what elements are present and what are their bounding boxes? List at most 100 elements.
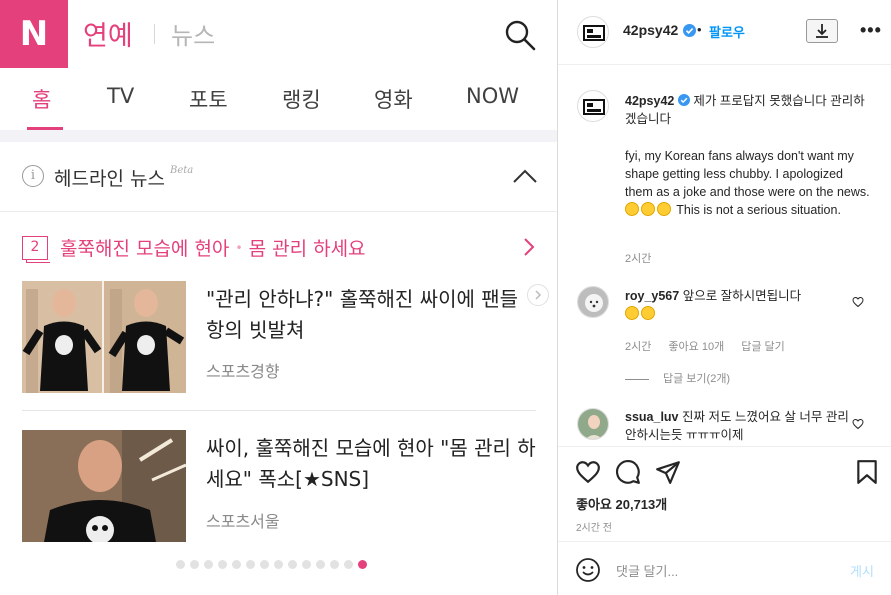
download-icon xyxy=(816,24,828,38)
carousel-next-button[interactable] xyxy=(527,284,549,306)
category-tabs: 홈 TV 포토 랭킹 영화 NOW xyxy=(0,68,557,130)
comment-body: 앞으로 잘하시면됩니다 xyxy=(682,289,802,303)
comments-section: 42psy42 제가 프로답지 못했습니다 관리하겠습니다 fyi, my Ko… xyxy=(558,66,891,446)
naver-panel: N 연예 뉴스 홈 TV 포토 랭킹 영화 NOW i 헤드라인 뉴스 Beta xyxy=(0,0,557,595)
like-heart-icon[interactable] xyxy=(575,459,601,485)
avatar[interactable] xyxy=(577,90,609,122)
like-comment-heart-icon[interactable] xyxy=(852,296,864,308)
avatar[interactable] xyxy=(577,16,609,48)
naver-logo[interactable]: N xyxy=(0,0,68,68)
instagram-panel: 42psy42 • 팔로우 ••• 42psy42 제가 프로답지 못했습니다 … xyxy=(557,0,891,595)
tab-movie[interactable]: 영화 xyxy=(374,84,413,114)
header-separator xyxy=(154,24,155,44)
pagination-dot[interactable] xyxy=(246,560,255,569)
pagination-dot[interactable] xyxy=(274,560,283,569)
news-thumbnail[interactable] xyxy=(22,430,186,542)
dog-avatar-image xyxy=(578,287,608,317)
pagination-dot[interactable] xyxy=(232,560,241,569)
post-actions: 좋아요 20,713개 2시간 전 xyxy=(558,446,891,540)
user-avatar-image xyxy=(578,409,608,439)
view-replies-label: 답글 보기(2개) xyxy=(663,373,731,385)
laughing-emoji-icon xyxy=(657,202,671,216)
post-header: 42psy42 • 팔로우 ••• xyxy=(558,0,891,65)
emoji-icon[interactable] xyxy=(575,557,601,583)
info-icon[interactable]: i xyxy=(22,165,44,187)
tab-now[interactable]: NOW xyxy=(466,84,519,108)
topic-header[interactable]: 2 훌쭉해진 모습에 현아 • 몸 관리 하세요 xyxy=(22,232,542,263)
like-count[interactable]: 좋아요 20,713개 xyxy=(576,494,667,513)
topic-number-badge: 2 xyxy=(22,236,50,263)
pagination-dot[interactable] xyxy=(260,560,269,569)
topic-title: 훌쭉해진 모습에 현아 • 몸 관리 하세요 xyxy=(60,234,366,261)
tab-ranking[interactable]: 랭킹 xyxy=(282,84,321,114)
comment-username[interactable]: ssua_luv xyxy=(625,410,679,424)
caption-text-en: fyi, my Korean fans always don't want my… xyxy=(625,149,870,199)
post-caption: 42psy42 제가 프로답지 못했습니다 관리하겠습니다 xyxy=(625,92,870,128)
verified-icon xyxy=(677,94,690,106)
verified-icon xyxy=(683,24,696,37)
chevron-right-icon[interactable] xyxy=(522,236,536,258)
share-icon[interactable] xyxy=(655,459,681,485)
replies-line xyxy=(625,378,649,380)
pagination-dot[interactable] xyxy=(288,560,297,569)
section-gap xyxy=(0,130,557,142)
naver-header: N 연예 뉴스 xyxy=(0,0,557,68)
laughing-emoji-icon xyxy=(641,306,655,320)
news-source[interactable]: 스포츠서울 xyxy=(206,508,280,532)
comment-time[interactable]: 2시간 xyxy=(625,341,651,353)
news-title[interactable]: 싸이, 훌쭉해진 모습에 현아 "몸 관리 하세요" 폭소[★SNS] xyxy=(206,433,536,495)
download-button[interactable] xyxy=(806,19,838,43)
news-thumbnail[interactable] xyxy=(22,281,186,393)
more-options-icon[interactable]: ••• xyxy=(860,20,882,41)
subsection-title[interactable]: 뉴스 xyxy=(171,16,215,51)
chevron-up-icon[interactable] xyxy=(512,168,538,184)
follow-separator: • xyxy=(697,22,702,37)
pagination-dot[interactable] xyxy=(330,560,339,569)
news-item[interactable]: "관리 안하냐?" 홀쭉해진 싸이에 팬들 항의 빗발쳐 스포츠경향 xyxy=(22,281,542,393)
laughing-emoji-icon xyxy=(625,202,639,216)
comment-username[interactable]: roy_y567 xyxy=(625,289,679,303)
news-item[interactable]: 싸이, 훌쭉해진 모습에 현아 "몸 관리 하세요" 폭소[★SNS] 스포츠서… xyxy=(22,430,542,542)
add-comment-input[interactable]: 댓글 달기... xyxy=(616,561,678,580)
pagination-dot[interactable] xyxy=(218,560,227,569)
pagination-dot[interactable] xyxy=(176,560,185,569)
chevron-right-icon xyxy=(535,290,542,300)
comment-meta: 2시간 좋아요 10개 답글 달기 xyxy=(625,338,799,354)
caption-text-en-tail: This is not a serious situation. xyxy=(676,203,841,217)
pagination-dot[interactable] xyxy=(344,560,353,569)
posted-time[interactable]: 2시간 전 xyxy=(576,519,612,534)
tab-home[interactable]: 홈 xyxy=(32,84,51,114)
news-title[interactable]: "관리 안하냐?" 홀쭉해진 싸이에 팬들 항의 빗발쳐 xyxy=(206,284,536,346)
pnation-logo xyxy=(583,25,605,41)
view-replies-button[interactable]: 답글 보기(2개) xyxy=(625,370,730,386)
pagination-dot[interactable] xyxy=(204,560,213,569)
caption-time[interactable]: 2시간 xyxy=(625,250,651,266)
post-username[interactable]: 42psy42 xyxy=(623,22,678,38)
carousel-pagination xyxy=(176,560,367,569)
search-icon[interactable] xyxy=(503,18,537,52)
comment-likes[interactable]: 좋아요 10개 xyxy=(668,341,724,353)
bookmark-icon[interactable] xyxy=(854,459,880,485)
reply-button[interactable]: 답글 달기 xyxy=(741,341,785,353)
caption-username[interactable]: 42psy42 xyxy=(625,94,674,108)
news-divider xyxy=(22,410,536,411)
tab-tv[interactable]: TV xyxy=(107,84,134,108)
pagination-dot[interactable] xyxy=(190,560,199,569)
screen: N 연예 뉴스 홈 TV 포토 랭킹 영화 NOW i 헤드라인 뉴스 Beta xyxy=(0,0,891,595)
avatar[interactable] xyxy=(577,408,609,440)
headline-title: 헤드라인 뉴스 xyxy=(54,168,165,190)
pagination-dot[interactable] xyxy=(316,560,325,569)
avatar[interactable] xyxy=(577,286,609,318)
section-title[interactable]: 연예 xyxy=(83,14,133,53)
comment-icon[interactable] xyxy=(615,459,641,485)
add-comment-bar: 댓글 달기... 게시 xyxy=(558,541,891,595)
topic-title-part2: 몸 관리 하세요 xyxy=(248,238,366,260)
news-source[interactable]: 스포츠경향 xyxy=(206,358,280,382)
follow-button[interactable]: 팔로우 xyxy=(709,22,745,41)
like-comment-heart-icon[interactable] xyxy=(852,418,864,430)
pagination-dot[interactable] xyxy=(358,560,367,569)
pagination-dot[interactable] xyxy=(302,560,311,569)
post-comment-button[interactable]: 게시 xyxy=(850,561,874,580)
tab-photo[interactable]: 포토 xyxy=(189,84,228,114)
caption-english: fyi, my Korean fans always don't want my… xyxy=(625,147,870,219)
